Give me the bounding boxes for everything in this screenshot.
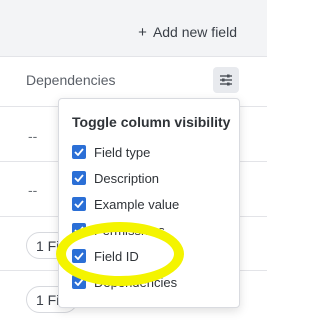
option-label: Dependencies: [94, 274, 178, 290]
field-id-checkbox[interactable]: [72, 249, 86, 263]
check-icon: [74, 148, 84, 156]
field-type-checkbox[interactable]: [72, 145, 86, 159]
option-field-type[interactable]: Field type: [72, 143, 150, 161]
option-label: Field type: [94, 144, 151, 160]
option-description[interactable]: Description: [72, 169, 159, 187]
option-permissions[interactable]: Permissions: [72, 221, 165, 239]
dependencies-column-header: Dependencies: [26, 72, 116, 88]
dependencies-cell: --: [28, 182, 38, 198]
option-label: Permissions: [94, 222, 165, 238]
option-field-id[interactable]: Field ID: [72, 247, 139, 265]
column-visibility-button[interactable]: [213, 67, 239, 93]
check-icon: [74, 278, 84, 286]
check-icon: [74, 174, 84, 182]
check-icon: [74, 226, 84, 234]
check-icon: [74, 252, 84, 260]
option-dependencies[interactable]: Dependencies: [72, 273, 177, 291]
dependencies-checkbox[interactable]: [72, 275, 86, 289]
toolbar: + Add new field: [0, 0, 267, 57]
plus-icon: +: [138, 23, 147, 41]
option-example-value[interactable]: Example value: [72, 195, 179, 213]
add-new-field-label: Add new field: [152, 24, 237, 40]
description-checkbox[interactable]: [72, 171, 86, 185]
example-value-checkbox[interactable]: [72, 197, 86, 211]
check-icon: [74, 200, 84, 208]
option-label: Field ID: [94, 248, 139, 264]
popover-title: Toggle column visibility: [72, 114, 231, 130]
sliders-icon: [220, 74, 232, 86]
option-label: Example value: [94, 196, 180, 212]
dependencies-cell: --: [28, 128, 38, 144]
permissions-checkbox[interactable]: [72, 223, 86, 237]
toggle-column-visibility-popover: Toggle column visibility Field type Desc…: [58, 98, 240, 308]
option-label: Description: [94, 170, 160, 186]
add-new-field-button[interactable]: + Add new field: [138, 24, 237, 40]
